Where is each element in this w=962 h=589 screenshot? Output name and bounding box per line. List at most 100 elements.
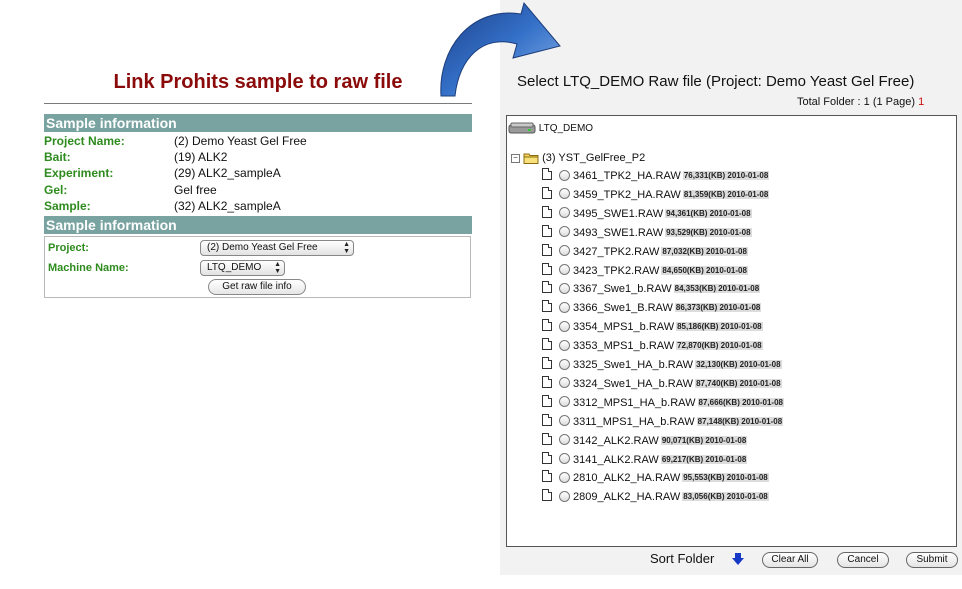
file-name: 3324_Swe1_HA_b.RAW: [573, 377, 694, 390]
file-row[interactable]: 3324_Swe1_HA_b.RAW 87,740(KB) 2010-01-08: [542, 375, 782, 393]
file-radio[interactable]: [559, 490, 570, 502]
file-name: 3366_Swe1_B.RAW: [573, 302, 673, 315]
section-header-sample-info-2: Sample information: [44, 216, 472, 234]
file-size-date: 76,331(KB) 2010-01-08: [682, 171, 770, 180]
file-row[interactable]: 3325_Swe1_HA_b.RAW 32,130(KB) 2010-01-08: [542, 356, 782, 374]
file-radio[interactable]: [559, 301, 570, 313]
folder-label: (3) YST_GelFree_P2: [542, 152, 646, 164]
file-name: 3353_MPS1_b.RAW: [573, 340, 675, 353]
file-row[interactable]: 3142_ALK2.RAW 90,071(KB) 2010-01-08: [542, 432, 748, 450]
file-name: 3312_MPS1_HA_b.RAW: [573, 396, 696, 409]
info-value: (19) ALK2: [174, 150, 228, 164]
page-link[interactable]: 1: [918, 96, 924, 108]
file-radio[interactable]: [559, 245, 570, 257]
info-row-experiment: Experiment: (29) ALK2_sampleA: [44, 165, 472, 181]
file-size-date: 84,353(KB) 2010-01-08: [673, 284, 761, 294]
document-icon: [542, 168, 552, 180]
file-radio[interactable]: [559, 453, 570, 464]
file-row[interactable]: 2810_ALK2_HA.RAW 95,553(KB) 2010-01-08: [542, 469, 769, 487]
file-size-date: 94,361(KB) 2010-01-08: [665, 208, 752, 218]
file-size-date: 87,148(KB) 2010-01-08: [696, 416, 784, 426]
cancel-button[interactable]: Cancel: [837, 552, 889, 568]
folder-open-icon: [523, 153, 539, 165]
collapse-icon[interactable]: −: [511, 153, 520, 163]
file-size-date: 84,650(KB) 2010-01-08: [661, 265, 748, 275]
file-row[interactable]: 3427_TPK2.RAW 87,032(KB) 2010-01-08: [542, 243, 748, 261]
file-size-date: 87,666(KB) 2010-01-08: [697, 397, 784, 407]
file-row[interactable]: 2809_ALK2_HA.RAW 83,056(KB) 2010-01-08: [542, 488, 769, 506]
file-radio[interactable]: [559, 339, 570, 351]
info-value: (29) ALK2_sampleA: [174, 166, 281, 180]
file-name: 3461_TPK2_HA.RAW: [573, 170, 681, 182]
project-label: Project:: [48, 242, 89, 254]
info-label: Bait:: [44, 150, 71, 164]
file-row[interactable]: 3366_Swe1_B.RAW 86,373(KB) 2010-01-08: [542, 299, 762, 317]
document-icon: [542, 205, 552, 218]
file-radio[interactable]: [559, 320, 570, 332]
sort-down-arrow-icon[interactable]: [732, 553, 744, 565]
file-size-date: 93,529(KB) 2010-01-08: [665, 227, 752, 237]
file-radio[interactable]: [559, 396, 570, 408]
document-icon: [542, 357, 552, 369]
sort-folder-label: Sort Folder: [650, 551, 715, 566]
file-size-date: 90,071(KB) 2010-01-08: [660, 435, 748, 445]
info-row-sample: Sample: (32) ALK2_sampleA: [44, 198, 472, 214]
title-divider: [44, 103, 472, 104]
file-radio[interactable]: [559, 471, 570, 483]
total-folder-label: Total Folder : 1 (1 Page): [797, 96, 916, 108]
document-icon: [542, 432, 552, 445]
file-radio[interactable]: [559, 207, 570, 219]
info-row-gel: Gel: Gel free: [44, 182, 472, 198]
file-radio[interactable]: [559, 377, 570, 389]
file-name: 2809_ALK2_HA.RAW: [573, 491, 681, 504]
file-row[interactable]: 3461_TPK2_HA.RAW 76,331(KB) 2010-01-08: [542, 167, 770, 185]
info-label: Sample:: [44, 199, 91, 213]
file-radio[interactable]: [559, 226, 570, 238]
file-size-date: 32,130(KB) 2010-01-08: [695, 360, 782, 369]
file-row[interactable]: 3354_MPS1_b.RAW 85,186(KB) 2010-01-08: [542, 318, 763, 336]
machine-name-label: Machine Name:: [48, 262, 129, 274]
file-name: 2810_ALK2_HA.RAW: [573, 472, 681, 485]
file-row[interactable]: 3312_MPS1_HA_b.RAW 87,666(KB) 2010-01-08: [542, 394, 784, 412]
file-radio[interactable]: [559, 264, 570, 275]
curved-arrow-icon: [440, 1, 561, 97]
file-size-date: 72,870(KB) 2010-01-08: [676, 341, 763, 351]
file-radio[interactable]: [559, 188, 570, 200]
file-row[interactable]: 3311_MPS1_HA_b.RAW 87,148(KB) 2010-01-08: [542, 413, 784, 431]
machine-select-value: LTQ_DEMO: [207, 262, 262, 273]
project-select[interactable]: (2) Demo Yeast Gel Free ▲ ▼: [200, 240, 354, 256]
document-icon: [542, 262, 552, 275]
file-name: 3142_ALK2.RAW: [573, 434, 659, 447]
file-row[interactable]: 3141_ALK2.RAW 69,217(KB) 2010-01-08: [542, 451, 748, 469]
file-radio[interactable]: [559, 434, 570, 446]
file-name: 3354_MPS1_b.RAW: [573, 321, 675, 334]
folder-node[interactable]: − (3) YST_GelFree_P2: [511, 150, 645, 166]
submit-button[interactable]: Submit: [906, 552, 958, 568]
file-row[interactable]: 3423_TPK2.RAW 84,650(KB) 2010-01-08: [542, 262, 748, 280]
hard-drive-icon: [508, 122, 536, 134]
get-raw-file-info-button[interactable]: Get raw file info: [208, 279, 306, 295]
file-radio[interactable]: [559, 358, 570, 370]
file-row[interactable]: 3495_SWE1.RAW 94,361(KB) 2010-01-08: [542, 205, 752, 223]
file-radio[interactable]: [559, 282, 570, 294]
file-row[interactable]: 3459_TPK2_HA.RAW 81,359(KB) 2010-01-08: [542, 186, 770, 204]
file-radio[interactable]: [559, 169, 570, 181]
document-icon: [542, 224, 552, 237]
clear-all-button[interactable]: Clear All: [762, 552, 818, 568]
file-size-date: 69,217(KB) 2010-01-08: [660, 454, 748, 464]
info-value: (32) ALK2_sampleA: [174, 199, 281, 213]
file-row[interactable]: 3493_SWE1.RAW 93,529(KB) 2010-01-08: [542, 224, 752, 242]
document-icon: [542, 300, 552, 313]
machine-name-select[interactable]: LTQ_DEMO ▲ ▼: [200, 260, 285, 276]
file-row[interactable]: 3367_Swe1_b.RAW 84,353(KB) 2010-01-08: [542, 280, 761, 298]
file-radio[interactable]: [559, 415, 570, 427]
file-size-date: 83,056(KB) 2010-01-08: [682, 492, 769, 502]
file-size-date: 85,186(KB) 2010-01-08: [676, 322, 763, 332]
dialog-title: Select LTQ_DEMO Raw file (Project: Demo …: [517, 73, 915, 90]
file-name: 3367_Swe1_b.RAW: [573, 283, 672, 296]
raw-file-form: Project: (2) Demo Yeast Gel Free ▲ ▼ Mach…: [44, 236, 471, 298]
file-row[interactable]: 3353_MPS1_b.RAW 72,870(KB) 2010-01-08: [542, 337, 763, 355]
file-name: 3493_SWE1.RAW: [573, 226, 664, 239]
file-size-date: 95,553(KB) 2010-01-08: [682, 473, 769, 483]
document-icon: [542, 413, 552, 426]
